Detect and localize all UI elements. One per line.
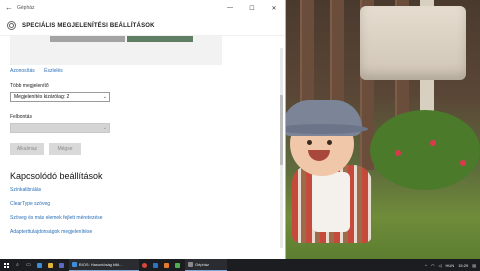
system-tray: ^ ◠ ◁ HUN 15:29 ▤ <box>425 263 480 268</box>
identify-link[interactable]: Azonosítás <box>10 68 35 74</box>
task-label: BIOS: Hasonlóság kitö... <box>79 262 123 267</box>
flower <box>460 160 466 166</box>
apply-button[interactable]: Alkalmaz <box>10 143 44 155</box>
multiple-displays-label: Több megjelenítő <box>10 83 49 89</box>
windows-logo-icon <box>3 262 9 268</box>
adapter-properties-link[interactable]: Adapterttulajdonságok megjelenítése <box>10 229 92 235</box>
back-arrow-icon[interactable]: ← <box>4 3 14 13</box>
chrome-icon[interactable] <box>139 259 150 271</box>
chevron-down-icon: ⌄ <box>102 125 107 131</box>
maximize-button[interactable]: ☐ <box>241 0 263 16</box>
gear-icon <box>7 21 16 30</box>
related-settings-title: Kapcsolódó beállítások <box>10 171 103 181</box>
close-button[interactable]: ✕ <box>263 0 285 16</box>
taskbar: ⌕ ▭ BIOS: Hasonlóság kitö... Gépház ^ ◠ … <box>0 259 480 271</box>
window-title: Gépház <box>17 5 35 11</box>
hanging-planter <box>360 6 466 80</box>
window-controls: — ☐ ✕ <box>219 0 285 16</box>
monitor-1-tile[interactable] <box>50 36 125 42</box>
baby-eye <box>307 140 312 145</box>
display-arrangement-preview <box>10 36 222 65</box>
task-view-icon[interactable]: ▭ <box>23 259 34 271</box>
resolution-label: Felbontás <box>10 114 32 120</box>
app-icon <box>72 262 77 267</box>
minimize-button[interactable]: — <box>219 0 241 16</box>
edge-icon[interactable] <box>34 259 45 271</box>
volume-icon[interactable]: ◁ <box>438 263 441 268</box>
baby-undershirt <box>312 172 350 232</box>
baby-eye <box>327 140 332 145</box>
flower <box>395 150 401 156</box>
search-icon[interactable]: ⌕ <box>12 259 23 271</box>
cancel-button[interactable]: Mégse <box>49 143 81 155</box>
language-indicator[interactable]: HUN <box>446 263 455 268</box>
flower <box>430 140 436 146</box>
baby-hat-brim <box>276 124 368 134</box>
page-title: SPECIÁLIS MEGJELENÍTÉSI BEÁLLÍTÁSOK <box>22 22 155 29</box>
advanced-sizing-link[interactable]: Szöveg és más elemek fejlett méretezése <box>10 215 103 221</box>
resolution-dropdown[interactable]: ⌄ <box>10 123 110 133</box>
notifications-icon[interactable]: ▤ <box>472 263 476 268</box>
network-icon[interactable]: ◠ <box>431 263 435 268</box>
scrollbar-thumb[interactable] <box>280 95 283 165</box>
chevron-up-icon[interactable]: ^ <box>425 263 427 268</box>
page-header: SPECIÁLIS MEGJELENÍTÉSI BEÁLLÍTÁSOK <box>0 16 285 36</box>
identify-detect-links: Azonosítás Észlelés <box>10 68 71 74</box>
settings-app-icon <box>188 262 193 267</box>
start-button[interactable] <box>0 259 12 271</box>
monitor-2-tile[interactable] <box>127 36 193 42</box>
taskbar-task-settings[interactable]: Gépház <box>185 259 227 271</box>
media-icon[interactable] <box>161 259 172 271</box>
store-icon[interactable] <box>56 259 67 271</box>
file-explorer-icon[interactable] <box>45 259 56 271</box>
app-icon-green[interactable] <box>172 259 183 271</box>
mail-icon[interactable] <box>150 259 161 271</box>
chevron-down-icon: ⌄ <box>102 94 107 100</box>
clock[interactable]: 15:29 <box>458 263 468 268</box>
settings-content: Azonosítás Észlelés Több megjelenítő Meg… <box>0 36 285 259</box>
task-label: Gépház <box>195 262 210 267</box>
detect-link[interactable]: Észlelés <box>44 68 63 74</box>
color-calibration-link[interactable]: Színkalibrálás <box>10 187 41 193</box>
taskbar-task-bios[interactable]: BIOS: Hasonlóság kitö... <box>69 259 139 271</box>
cleartype-link[interactable]: ClearType szöveg <box>10 201 50 207</box>
title-bar: ← Gépház — ☐ ✕ <box>0 0 285 16</box>
settings-window: ← Gépház — ☐ ✕ SPECIÁLIS MEGJELENÍTÉSI B… <box>0 0 285 259</box>
multiple-displays-dropdown[interactable]: Megjelenítés kizárólag: 2 ⌄ <box>10 92 110 102</box>
bush <box>370 110 480 190</box>
multiple-displays-value: Megjelenítés kizárólag: 2 <box>14 94 70 100</box>
